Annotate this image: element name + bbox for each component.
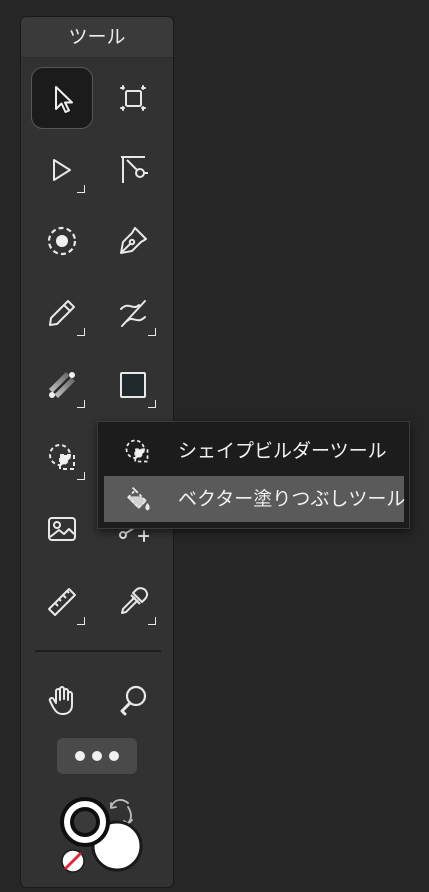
pointer-arrow-icon	[55, 86, 73, 113]
rectangle-icon	[120, 372, 146, 398]
tool-flyout-menu: シェイプビルダーツール ベクター塗りつぶしツール	[97, 421, 410, 529]
transform-origin-icon	[47, 226, 77, 256]
shape-builder-icon	[49, 444, 75, 470]
flyout-item-label: ベクター塗りつぶしツール	[178, 488, 406, 510]
swap-colors-icon[interactable]	[110, 799, 133, 825]
artboard-icon	[120, 85, 146, 111]
knife-tool-button[interactable]	[102, 282, 164, 344]
hand-icon	[48, 686, 73, 715]
pen-nib-icon	[120, 227, 147, 254]
ruler-tool-button[interactable]	[31, 571, 93, 633]
flyout-indicator	[148, 400, 156, 408]
panel-title: ツール	[21, 17, 173, 58]
flyout-indicator	[77, 617, 85, 625]
gradient-icon	[49, 372, 75, 398]
separator	[35, 650, 161, 652]
eyedropper-icon	[121, 587, 149, 614]
transform-tool-button[interactable]	[31, 210, 93, 272]
hand-tool-button[interactable]	[31, 669, 93, 731]
image-tool-button[interactable]	[31, 498, 93, 560]
flyout-item-label: シェイプビルダーツール	[178, 440, 387, 462]
flyout-indicator	[77, 400, 85, 408]
dot-icon	[109, 751, 119, 761]
zoom-tool-button[interactable]	[102, 669, 164, 731]
corner-icon	[121, 156, 148, 183]
shape-builder-tool-button[interactable]	[31, 426, 93, 488]
flyout-indicator	[148, 328, 156, 336]
shape-builder-icon	[125, 439, 149, 463]
corner-tool-button[interactable]	[102, 139, 164, 201]
pencil-icon	[49, 300, 75, 326]
flyout-indicator	[77, 328, 85, 336]
flyout-item-shape-builder[interactable]: シェイプビルダーツール	[104, 428, 404, 474]
node-tool-button[interactable]	[31, 139, 93, 201]
pencil-tool-button[interactable]	[31, 282, 93, 344]
flyout-indicator	[77, 472, 85, 480]
dot-icon	[75, 751, 85, 761]
ruler-icon	[48, 588, 76, 616]
flyout-item-vector-fill[interactable]: ベクター塗りつぶしツール	[104, 476, 406, 522]
image-icon	[48, 517, 76, 541]
eyedropper-tool-button[interactable]	[102, 571, 164, 633]
gradient-tool-button[interactable]	[31, 354, 93, 416]
more-tools-button[interactable]	[57, 738, 137, 774]
node-pointer-icon	[53, 159, 71, 181]
color-swatches[interactable]	[56, 793, 146, 877]
dot-icon	[92, 751, 102, 761]
pen-tool-button[interactable]	[102, 210, 164, 272]
knife-curve-icon	[120, 300, 146, 327]
artboard-tool-button[interactable]	[102, 67, 164, 129]
select-tool-button[interactable]	[31, 67, 93, 129]
flyout-indicator	[77, 185, 85, 193]
rectangle-tool-button[interactable]	[102, 354, 164, 416]
magnifier-icon	[120, 685, 147, 716]
vector-fill-icon	[127, 487, 150, 511]
flyout-indicator	[148, 617, 156, 625]
none-color-icon[interactable]	[61, 849, 85, 873]
